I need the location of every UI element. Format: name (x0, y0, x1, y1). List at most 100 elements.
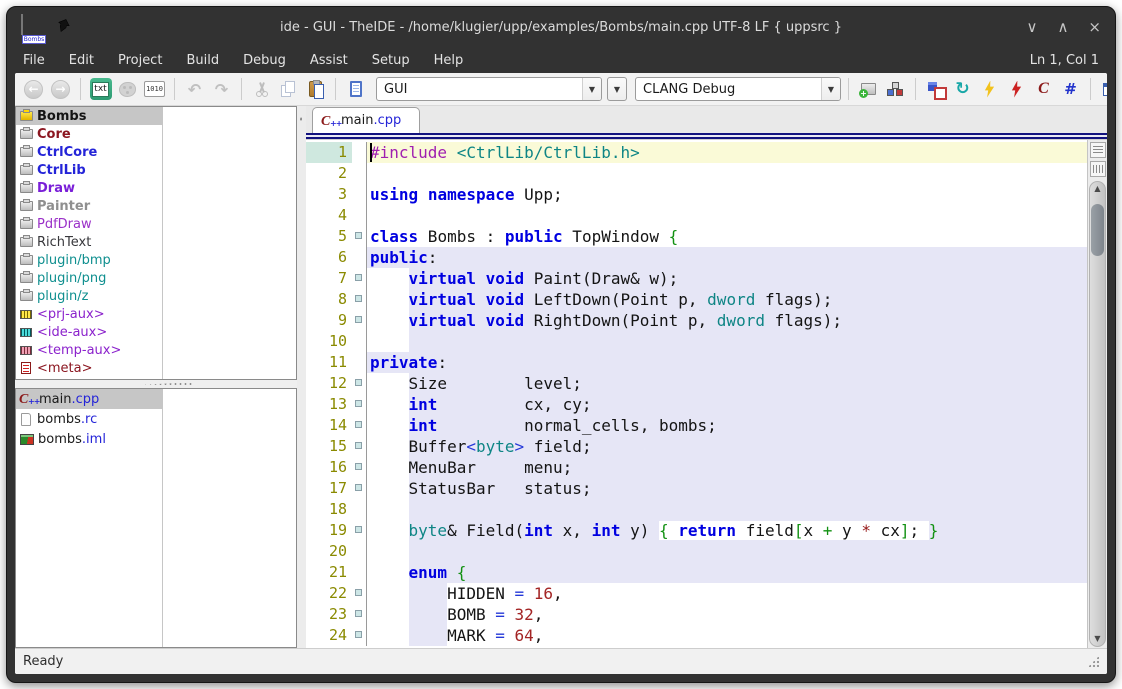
fold-marker-icon[interactable] (355, 526, 362, 533)
menu-item-edit[interactable]: Edit (69, 53, 94, 68)
package-item[interactable]: <meta> (16, 359, 162, 377)
fold-marker-icon[interactable] (355, 274, 362, 281)
package-item[interactable]: Painter (16, 197, 162, 215)
copy-button[interactable] (276, 77, 301, 102)
code-line[interactable]: 2 (306, 163, 1087, 184)
new-file-button[interactable] (343, 77, 368, 102)
paste-button[interactable] (303, 77, 328, 102)
compile-file-button[interactable]: C (1031, 77, 1056, 102)
build-button[interactable] (977, 77, 1002, 102)
nav-forward-button[interactable]: → (48, 77, 73, 102)
code-line[interactable]: 19 byte& Field(int x, int y) { return fi… (306, 520, 1087, 541)
synchronize-button[interactable]: ↻ (950, 77, 975, 102)
code-text[interactable]: using namespace Upp; (366, 184, 1087, 205)
fold-marker-icon[interactable] (355, 421, 362, 428)
code-text[interactable]: byte& Field(int x, int y) { return field… (366, 520, 1087, 541)
code-text[interactable] (366, 163, 1087, 184)
code-line[interactable]: 13 int cx, cy; (306, 394, 1087, 415)
menu-item-debug[interactable]: Debug (243, 53, 286, 68)
code-text[interactable]: int cx, cy; (366, 394, 1087, 415)
edit-binary-button[interactable]: 1010 (142, 77, 167, 102)
file-list[interactable]: C++main.cppbombs.rcbombs.iml (15, 388, 297, 648)
assembly-combobox[interactable]: GUI ▼ (376, 77, 602, 101)
code-text[interactable]: virtual void LeftDown(Point p, dword fla… (366, 289, 1087, 310)
package-item[interactable]: CtrlCore (16, 143, 162, 161)
maximize-button[interactable]: ∧ (1057, 20, 1068, 35)
code-line[interactable]: 18 (306, 499, 1087, 520)
file-item[interactable]: C++main.cpp (16, 389, 162, 409)
package-item[interactable]: CtrlLib (16, 161, 162, 179)
code-text[interactable]: int normal_cells, bombs; (366, 415, 1087, 436)
preprocess-button[interactable]: # (1058, 77, 1083, 102)
fold-marker-icon[interactable] (355, 589, 362, 596)
package-item[interactable]: plugin/png (16, 269, 162, 287)
package-item[interactable]: <prj-aux> (16, 305, 162, 323)
fold-marker-icon[interactable] (355, 463, 362, 470)
build-method-dropdown-button[interactable]: ▼ (821, 78, 840, 100)
file-item[interactable]: bombs.iml (16, 429, 162, 449)
build-method-combobox[interactable]: CLANG Debug ▼ (635, 77, 841, 101)
undo-button[interactable]: ↶ (182, 77, 207, 102)
package-item[interactable]: plugin/z (16, 287, 162, 305)
code-line[interactable]: 1#include <CtrlLib/CtrlLib.h> (306, 142, 1087, 163)
code-text[interactable] (366, 205, 1087, 226)
package-item[interactable]: Draw (16, 179, 162, 197)
code-line[interactable]: 14 int normal_cells, bombs; (306, 415, 1087, 436)
menu-item-file[interactable]: File (23, 53, 45, 68)
fold-marker-icon[interactable] (355, 295, 362, 302)
resize-grip[interactable] (1088, 656, 1099, 667)
code-line[interactable]: 6public: (306, 247, 1087, 268)
package-item[interactable]: Core (16, 125, 162, 143)
code-line[interactable]: 3using namespace Upp; (306, 184, 1087, 205)
vertical-scrollbar[interactable]: ▲ ▼ (1089, 181, 1106, 647)
fold-marker-icon[interactable] (355, 631, 362, 638)
code-line[interactable]: 10 (306, 331, 1087, 352)
code-line[interactable]: 4 (306, 205, 1087, 226)
run-button[interactable] (1098, 77, 1107, 102)
code-text[interactable]: public: (366, 247, 1087, 268)
code-editor[interactable]: 1#include <CtrlLib/CtrlLib.h>23using nam… (306, 140, 1087, 648)
fold-marker-icon[interactable] (355, 232, 362, 239)
code-text[interactable]: #include <CtrlLib/CtrlLib.h> (366, 142, 1087, 163)
menu-item-help[interactable]: Help (434, 53, 464, 68)
title-bar[interactable]: Bombs ide - GUI - TheIDE - /home/klugier… (7, 7, 1115, 47)
code-text[interactable]: virtual void Paint(Draw& w); (366, 268, 1087, 289)
code-text[interactable]: Buffer<byte> field; (366, 436, 1087, 457)
package-item[interactable]: RichText (16, 233, 162, 251)
code-line[interactable]: 9 virtual void RightDown(Point p, dword … (306, 310, 1087, 331)
nav-back-button[interactable]: ← (21, 77, 46, 102)
code-line[interactable]: 21 enum { (306, 562, 1087, 583)
horizontal-splitter[interactable] (15, 380, 297, 388)
code-text[interactable] (366, 541, 1087, 562)
code-line[interactable]: 22 HIDDEN = 16, (306, 583, 1087, 604)
menu-item-build[interactable]: Build (186, 53, 219, 68)
redo-button[interactable]: ↷ (209, 77, 234, 102)
menu-item-setup[interactable]: Setup (372, 53, 410, 68)
package-item[interactable]: <ide-aux> (16, 323, 162, 341)
split-vertical-button[interactable] (1090, 161, 1106, 177)
code-line[interactable]: 16 MenuBar menu; (306, 457, 1087, 478)
code-line[interactable]: 17 StatusBar status; (306, 478, 1087, 499)
organize-packages-button[interactable] (883, 77, 908, 102)
package-item[interactable]: Bombs (16, 107, 162, 125)
split-horizontal-button[interactable] (1090, 142, 1106, 158)
code-text[interactable]: MenuBar menu; (366, 457, 1087, 478)
code-text[interactable]: BOMB = 32, (366, 604, 1087, 625)
code-text[interactable]: class Bombs : public TopWindow { (366, 226, 1087, 247)
fold-marker-icon[interactable] (355, 379, 362, 386)
code-line[interactable]: 11private: (306, 352, 1087, 373)
file-item[interactable]: bombs.rc (16, 409, 162, 429)
rebuild-button[interactable] (1004, 77, 1029, 102)
edit-image-button[interactable] (115, 77, 140, 102)
extra-dropdown-button[interactable]: ▼ (607, 77, 627, 101)
pin-icon[interactable] (57, 18, 70, 37)
scroll-up-icon[interactable]: ▲ (1094, 182, 1100, 196)
code-text[interactable]: StatusBar status; (366, 478, 1087, 499)
package-item[interactable]: plugin/bmp (16, 251, 162, 269)
fold-marker-icon[interactable] (355, 484, 362, 491)
code-text[interactable]: virtual void RightDown(Point p, dword fl… (366, 310, 1087, 331)
code-text[interactable] (366, 499, 1087, 520)
code-line[interactable]: 23 BOMB = 32, (306, 604, 1087, 625)
fold-marker-icon[interactable] (355, 610, 362, 617)
menu-item-project[interactable]: Project (118, 53, 162, 68)
